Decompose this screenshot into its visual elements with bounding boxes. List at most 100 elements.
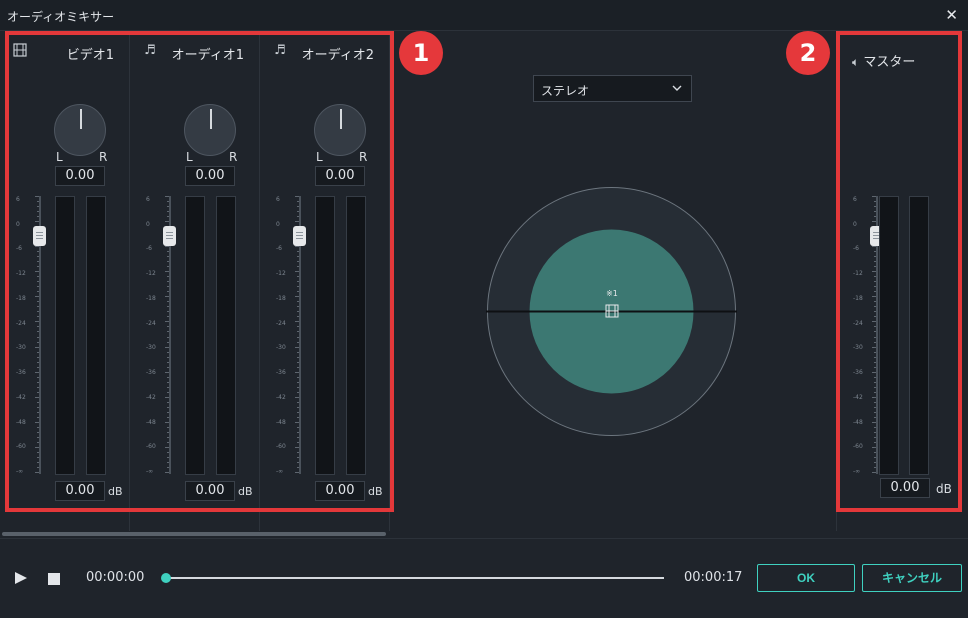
db-scale-label: -18: [146, 295, 156, 302]
title-bar: オーディオミキサー ✕: [0, 0, 968, 31]
pan-right-label: R: [99, 150, 108, 164]
db-scale-label: -42: [146, 394, 156, 401]
level-meter-right: [216, 196, 236, 475]
volume-value-field[interactable]: 0.00: [185, 481, 235, 501]
db-unit-label: dB: [238, 485, 253, 498]
panner-track-label: ※1: [606, 289, 618, 298]
db-scale-label: -60: [853, 443, 863, 450]
db-scale-label: -18: [16, 295, 26, 302]
db-scale-label: -24: [16, 320, 26, 327]
pan-right-label: R: [359, 150, 368, 164]
mixer-area: ビデオ1 L R 0.00 6 0 -6 -12 -18 -24 -30 -36 -42 -48 -…: [0, 31, 968, 538]
channel-audio2: ♬ オーディオ2 L R 0.00 6 0 -6 -12 -18 -24 -30 -36 -42…: [260, 31, 390, 531]
current-time: 00:00:00: [86, 570, 145, 585]
playhead-handle[interactable]: [161, 573, 171, 583]
db-scale-label: -18: [276, 295, 286, 302]
db-scale-label: -6: [276, 245, 282, 252]
pan-left-label: L: [56, 150, 63, 164]
db-scale-label: -12: [146, 270, 156, 277]
db-unit-label: dB: [368, 485, 383, 498]
channel-name: オーディオ2: [301, 48, 374, 63]
total-time: 00:00:17: [684, 570, 743, 585]
db-scale-label: -48: [276, 419, 286, 426]
db-scale-label: -∞: [146, 468, 154, 475]
close-icon[interactable]: ✕: [945, 6, 958, 24]
db-scale-label: -24: [853, 320, 863, 327]
pan-knob[interactable]: [314, 104, 366, 156]
db-scale-label: -30: [146, 344, 156, 351]
horizontal-scrollbar[interactable]: [2, 532, 386, 536]
master-label: マスター: [863, 55, 916, 70]
db-scale-label: 6: [146, 196, 150, 203]
pan-knob[interactable]: [184, 104, 236, 156]
db-scale-label: -∞: [276, 468, 284, 475]
db-scale-label: -6: [853, 245, 859, 252]
pan-mode-dropdown[interactable]: ステレオ: [533, 75, 692, 102]
db-scale-label: 0: [276, 221, 280, 228]
level-meter-left: [55, 196, 75, 475]
db-scale-label: -36: [853, 369, 863, 376]
volume-value-field[interactable]: 0.00: [880, 478, 930, 498]
volume-fader-handle[interactable]: [293, 226, 306, 246]
pan-mode-value: ステレオ: [541, 84, 590, 98]
db-scale-label: -12: [276, 270, 286, 277]
channel-name: オーディオ1: [171, 48, 244, 63]
db-scale-label: -60: [16, 443, 26, 450]
db-scale-label: 6: [853, 196, 857, 203]
db-scale-label: -30: [16, 344, 26, 351]
db-scale-label: -24: [276, 320, 286, 327]
db-scale-label: 6: [276, 196, 280, 203]
pan-value-field[interactable]: 0.00: [315, 166, 365, 186]
db-unit-label: dB: [108, 485, 123, 498]
db-scale-label: -36: [146, 369, 156, 376]
channel-video1: ビデオ1 L R 0.00 6 0 -6 -12 -18 -24 -30 -36 -42 -48 -…: [0, 31, 130, 531]
db-scale-label: -42: [16, 394, 26, 401]
db-scale-label: -24: [146, 320, 156, 327]
db-scale-label: 0: [853, 221, 857, 228]
db-scale-label: -48: [16, 419, 26, 426]
music-note-icon: ♬: [144, 43, 156, 58]
db-unit-label: dB: [936, 482, 952, 496]
pan-knob[interactable]: [54, 104, 106, 156]
volume-value-field[interactable]: 0.00: [315, 481, 365, 501]
channel-name: ビデオ1: [66, 48, 114, 63]
stop-icon[interactable]: [48, 573, 60, 585]
level-meter-left: [185, 196, 205, 475]
db-scale-label: -30: [853, 344, 863, 351]
cancel-button[interactable]: キャンセル: [862, 564, 962, 592]
level-meter-right: [909, 196, 929, 475]
volume-fader-handle[interactable]: [33, 226, 46, 246]
stereo-panner[interactable]: ※1: [486, 186, 737, 437]
window-title: オーディオミキサー: [7, 10, 115, 24]
db-scale-label: -12: [853, 270, 863, 277]
level-meter-right: [86, 196, 106, 475]
level-meter-left: [315, 196, 335, 475]
db-scale-label: -6: [16, 245, 22, 252]
channel-audio1: ♬ オーディオ1 L R 0.00 6 0 -6 -12 -18 -24 -30 -36 -42…: [130, 31, 260, 531]
master-header: 🔈︎ マスター: [852, 51, 915, 70]
volume-fader-handle[interactable]: [163, 226, 176, 246]
volume-value-field[interactable]: 0.00: [55, 481, 105, 501]
db-scale-label: -60: [276, 443, 286, 450]
chevron-down-icon: [672, 85, 682, 91]
db-scale-label: -12: [16, 270, 26, 277]
pan-value-field[interactable]: 0.00: [55, 166, 105, 186]
pan-value-field[interactable]: 0.00: [185, 166, 235, 186]
pan-right-label: R: [229, 150, 238, 164]
ok-button[interactable]: OK: [757, 564, 855, 592]
db-scale-label: -36: [276, 369, 286, 376]
film-icon: [12, 43, 28, 59]
db-scale-label: -48: [146, 419, 156, 426]
transport-bar: 00:00:00 00:00:17 OK キャンセル: [0, 538, 968, 618]
channel-master: 6 0 -6 -12 -18 -24 -30 -36 -42 -48 -60 -∞ 0.00 dB: [836, 31, 966, 531]
db-scale-label: -∞: [16, 468, 24, 475]
db-scale-label: -6: [146, 245, 152, 252]
play-icon[interactable]: [14, 571, 28, 585]
level-meter-left: [879, 196, 899, 475]
db-scale-label: -36: [16, 369, 26, 376]
db-scale-label: -60: [146, 443, 156, 450]
db-scale-label: -∞: [853, 468, 861, 475]
db-scale-label: 6: [16, 196, 20, 203]
music-note-icon: ♬: [274, 43, 286, 58]
playback-progress-bar[interactable]: [161, 573, 664, 583]
